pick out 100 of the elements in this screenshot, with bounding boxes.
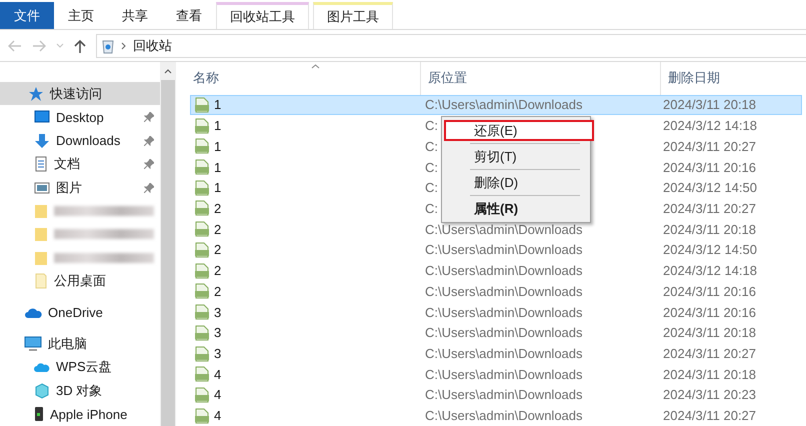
back-arrow-icon[interactable] bbox=[8, 40, 22, 52]
computer-icon bbox=[24, 336, 42, 352]
sidebar-item[interactable]: Apple iPhone bbox=[0, 402, 160, 426]
file-name: 2 bbox=[214, 263, 222, 278]
deleted-date: 2024/3/11 20:18 bbox=[662, 366, 756, 382]
file-name: 4 bbox=[214, 387, 222, 402]
original-location: C: bbox=[425, 200, 438, 216]
sidebar-item[interactable]: Downloads bbox=[0, 128, 160, 152]
sidebar-item[interactable]: 图片 bbox=[0, 176, 160, 200]
scrollbar[interactable] bbox=[160, 62, 176, 426]
ribbon-tab[interactable]: 回收站工具 bbox=[216, 2, 309, 29]
file-name: 1 bbox=[214, 97, 222, 112]
ribbon-tab[interactable]: 图片工具 bbox=[313, 2, 393, 29]
document-icon bbox=[34, 156, 48, 172]
cloud-icon bbox=[24, 306, 42, 319]
folder-icon bbox=[34, 250, 48, 265]
menu-item[interactable]: 属性(R) bbox=[444, 198, 594, 219]
original-location: C: bbox=[425, 138, 438, 154]
file-name: 4 bbox=[214, 366, 222, 382]
deleted-date: 2024/3/11 20:16 bbox=[662, 284, 756, 299]
png-file-icon bbox=[194, 200, 210, 216]
png-file-icon bbox=[194, 386, 210, 403]
selected-row[interactable]: 1 C:\Users\admin\Downloads 2024/3/11 20:18 bbox=[190, 94, 802, 116]
menu-item[interactable]: 剪切(T) bbox=[444, 146, 594, 167]
original-location: C:\Users\admin\Downloads bbox=[425, 304, 583, 320]
desktop-icon bbox=[34, 110, 50, 124]
original-location: C:\Users\admin\Downloads bbox=[425, 325, 583, 340]
original-location: C: bbox=[425, 160, 438, 175]
download-arrow-icon bbox=[34, 132, 50, 149]
menu-item[interactable]: 还原(E) bbox=[444, 120, 594, 141]
menu-item[interactable]: 删除(D) bbox=[444, 172, 594, 193]
original-location: C:\Users\admin\Downloads bbox=[425, 387, 583, 402]
recycle-bin-icon bbox=[101, 38, 115, 54]
cube-icon bbox=[34, 382, 50, 399]
deleted-date: 2024/3/12 14:50 bbox=[662, 180, 757, 196]
original-location: C:\Users\admin\Downloads bbox=[425, 222, 583, 237]
file-name: 1 bbox=[214, 138, 222, 154]
address-path: 回收站 bbox=[133, 36, 172, 54]
png-file-icon bbox=[194, 221, 210, 238]
png-file-icon bbox=[194, 346, 210, 362]
file-name: 2 bbox=[214, 284, 222, 299]
sidebar-item[interactable]: 快速访问 bbox=[0, 82, 160, 106]
deleted-date: 2024/3/11 20:18 bbox=[662, 222, 756, 237]
deleted-date: 2024/3/12 14:18 bbox=[662, 118, 757, 134]
file-name: 3 bbox=[214, 325, 222, 340]
deleted-date: 2024/3/11 20:27 bbox=[662, 346, 756, 361]
sidebar-item[interactable]: 3D 对象 bbox=[0, 379, 160, 403]
sort-caret-icon[interactable] bbox=[311, 64, 320, 69]
png-file-icon bbox=[194, 159, 210, 176]
deleted-date: 2024/3/11 20:16 bbox=[662, 304, 756, 320]
png-file-icon bbox=[194, 262, 210, 279]
pin-icon bbox=[144, 112, 154, 122]
png-file-icon bbox=[194, 324, 210, 341]
png-file-icon bbox=[194, 96, 210, 113]
png-file-icon bbox=[194, 138, 210, 154]
sidebar-item[interactable]: 公用桌面 bbox=[0, 270, 160, 294]
forward-arrow-icon[interactable] bbox=[32, 40, 46, 52]
png-file-icon bbox=[194, 118, 210, 134]
cloud-icon bbox=[34, 361, 50, 374]
png-file-icon bbox=[194, 283, 210, 300]
png-file-icon bbox=[194, 242, 210, 258]
file-name: 3 bbox=[214, 346, 222, 361]
sidebar-item[interactable]: OneDrive bbox=[0, 300, 160, 324]
sidebar-item[interactable]: WPS云盘 bbox=[0, 356, 160, 380]
png-file-icon bbox=[194, 180, 210, 196]
chevron-down-icon[interactable] bbox=[56, 42, 64, 48]
file-name: 3 bbox=[214, 304, 222, 320]
deleted-date: 2024/3/11 20:16 bbox=[662, 160, 756, 175]
original-location: C:\Users\admin\Downloads bbox=[425, 284, 583, 299]
folder-icon bbox=[34, 204, 48, 218]
file-name: 4 bbox=[214, 408, 222, 424]
png-file-icon bbox=[194, 304, 210, 320]
star-icon bbox=[28, 86, 44, 102]
file-name: 2 bbox=[214, 222, 222, 237]
original-location: C:\Users\admin\Downloads bbox=[425, 263, 583, 278]
sidebar-item[interactable]: 此电脑 bbox=[0, 332, 160, 356]
sidebar-item[interactable]: 文档 bbox=[0, 152, 160, 176]
ribbon-tab[interactable]: 文件 bbox=[0, 2, 54, 29]
chevron-right-icon bbox=[121, 42, 127, 50]
deleted-date: 2024/3/11 20:18 bbox=[662, 97, 756, 112]
deleted-date: 2024/3/11 20:27 bbox=[662, 200, 756, 216]
png-file-icon bbox=[194, 366, 210, 382]
file-name: 2 bbox=[214, 200, 222, 216]
folder-icon bbox=[34, 227, 48, 242]
up-arrow-icon[interactable] bbox=[74, 38, 86, 52]
original-location: C:\Users\admin\Downloads bbox=[425, 346, 583, 361]
file-name: 1 bbox=[214, 160, 222, 175]
folder-icon bbox=[34, 273, 48, 290]
address-bar[interactable]: 回收站 bbox=[96, 34, 806, 58]
pin-icon bbox=[144, 182, 154, 193]
column-header[interactable]: 名称 bbox=[190, 62, 420, 95]
deleted-date: 2024/3/12 14:18 bbox=[662, 263, 757, 278]
sidebar-item[interactable]: Desktop bbox=[0, 105, 160, 129]
phone-icon bbox=[34, 406, 44, 422]
original-location: C: bbox=[425, 180, 438, 196]
original-location: C: bbox=[425, 118, 438, 134]
original-location: C:\Users\admin\Downloads bbox=[425, 408, 583, 424]
scroll-up-icon[interactable] bbox=[164, 68, 172, 74]
deleted-date: 2024/3/11 20:18 bbox=[662, 325, 756, 340]
picture-icon bbox=[34, 180, 50, 195]
